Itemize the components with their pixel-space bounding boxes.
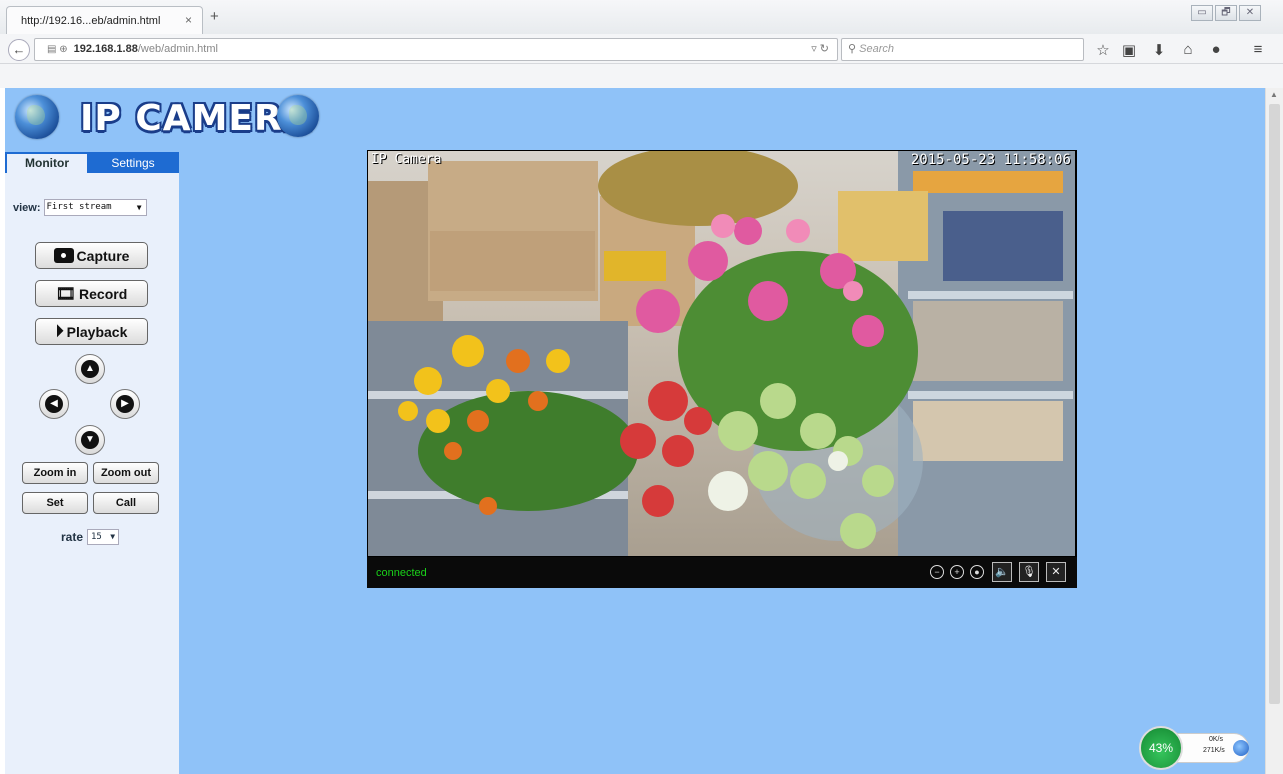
playback-button[interactable]: ⏵ Playback (35, 318, 148, 345)
pan-right-button[interactable]: ▶ (110, 389, 140, 419)
rate-value: 15 (91, 532, 102, 542)
view-label: view: (13, 201, 41, 214)
reload-icon[interactable]: ▿ ↻ (811, 39, 829, 60)
view-row: view: First stream ▼ (13, 199, 147, 216)
net-download-speed: 271K/s (1203, 747, 1225, 754)
pan-down-button[interactable]: ▼ (75, 425, 105, 455)
net-usage-gauge: 43% (1139, 726, 1183, 770)
tab-settings[interactable]: Settings (93, 154, 173, 173)
site-info-icon[interactable]: ▤ ⊕ (47, 44, 68, 55)
minimize-button[interactable]: ▭ (1191, 5, 1213, 21)
playback-label: Playback (66, 323, 128, 340)
microphone-icon[interactable]: 🎙 (1019, 562, 1039, 582)
search-input[interactable]: ⚲ Search (841, 38, 1084, 61)
page-scrollbar[interactable]: ▲ (1265, 88, 1283, 774)
banner: IP CAMERA (5, 88, 1265, 150)
url-path: /web/admin.html (137, 43, 218, 55)
film-icon: 🎞 (55, 285, 77, 303)
arrow-down-icon: ▼ (81, 431, 99, 449)
record-dot-icon[interactable]: ● (970, 565, 984, 579)
zoom-out-icon[interactable]: − (930, 565, 944, 579)
record-label: Record (79, 285, 128, 302)
reading-list-icon[interactable]: ▣ (1119, 41, 1139, 59)
chevron-down-icon: ▼ (136, 203, 142, 212)
close-window-button[interactable]: ✕ (1239, 5, 1261, 21)
rate-select[interactable]: 15 ▼ (87, 529, 120, 545)
browser-tab[interactable]: http://192.16...eb/admin.html × (6, 6, 203, 34)
call-preset-button[interactable]: Call (93, 492, 159, 514)
capture-button[interactable]: Capture (35, 242, 148, 269)
back-arrow-icon[interactable]: ← (8, 39, 30, 61)
url-host: 192.168.1.88 (73, 43, 138, 55)
video-player[interactable]: IP Camera 2015-05-23 11:58:06 connected … (367, 150, 1077, 588)
osd-timestamp: 2015-05-23 11:58:06 (910, 152, 1071, 168)
arrow-left-icon: ◀ (45, 395, 63, 413)
globe-right-icon (277, 95, 319, 137)
capture-label: Capture (76, 247, 130, 264)
close-tab-icon[interactable]: × (185, 13, 192, 27)
connection-status: connected (376, 567, 427, 579)
rate-label: rate (61, 530, 84, 544)
pan-up-button[interactable]: ▲ (75, 354, 105, 384)
play-icon: ⏵ (55, 322, 64, 340)
tools-icon[interactable]: ✕ (1046, 562, 1066, 582)
camera-scene-illustration (368, 151, 1075, 556)
scroll-up-icon[interactable]: ▲ (1270, 90, 1278, 99)
net-accelerate-icon[interactable] (1233, 740, 1249, 756)
video-control-bar: connected − + ● 🔈 🎙 ✕ (367, 557, 1077, 588)
zoom-in-icon[interactable]: + (950, 565, 964, 579)
scroll-thumb[interactable] (1269, 104, 1280, 704)
rate-row: rate 15 ▼ (61, 529, 120, 545)
globe-left-icon (15, 95, 59, 139)
camera-icon (53, 248, 74, 263)
pan-left-button[interactable]: ◀ (39, 389, 69, 419)
chevron-down-icon: ▼ (110, 532, 116, 541)
address-bar[interactable]: ▤ ⊕ 192.168.1.88/web/admin.html ▿ ↻ (34, 38, 838, 61)
set-preset-button[interactable]: Set (22, 492, 88, 514)
zoom-in-button[interactable]: Zoom in (22, 462, 88, 484)
arrow-up-icon: ▲ (81, 360, 99, 378)
osd-camera-title: IP Camera (371, 152, 442, 167)
tab-monitor[interactable]: Monitor (7, 154, 87, 173)
zoom-out-button[interactable]: Zoom out (93, 462, 159, 484)
control-sidebar: Monitor Settings view: First stream ▼ Ca… (5, 152, 179, 774)
home-icon[interactable]: ⌂ (1178, 41, 1198, 58)
arrow-right-icon: ▶ (116, 395, 134, 413)
view-value: First stream (46, 202, 112, 212)
record-button[interactable]: 🎞 Record (35, 280, 148, 307)
browser-nav-bar: ← ▤ ⊕ 192.168.1.88/web/admin.html ▿ ↻ ⚲ S… (0, 34, 1283, 64)
chat-icon[interactable]: ● (1206, 41, 1226, 58)
download-icon[interactable]: ⬇ (1149, 41, 1169, 59)
net-upload-speed: 0K/s (1209, 736, 1224, 743)
sidebar-tabs: Monitor Settings (5, 152, 179, 173)
camera-feed-image: IP Camera 2015-05-23 11:58:06 (368, 151, 1075, 556)
search-placeholder: Search (859, 43, 894, 55)
network-monitor-widget[interactable]: 43% 0K/s 271K/s (1139, 726, 1251, 770)
view-select[interactable]: First stream ▼ (43, 199, 147, 216)
new-tab-button[interactable]: + (210, 8, 219, 25)
mute-icon[interactable]: 🔈 (992, 562, 1012, 582)
toolbar-strip (0, 64, 1283, 88)
menu-icon[interactable]: ≡ (1248, 41, 1268, 58)
star-icon[interactable]: ☆ (1093, 41, 1113, 59)
tab-title: http://192.16...eb/admin.html (21, 14, 161, 27)
search-icon: ⚲ (848, 43, 860, 55)
browser-tab-bar: http://192.16...eb/admin.html × + ▭ 🗗 ✕ (0, 0, 1283, 34)
restore-button[interactable]: 🗗 (1215, 5, 1237, 21)
